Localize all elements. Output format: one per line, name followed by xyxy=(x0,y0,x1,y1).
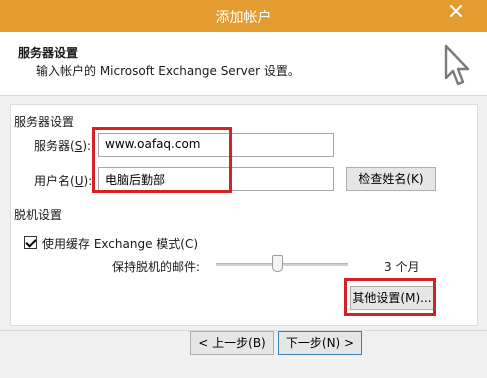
server-label: 服务器(S): xyxy=(34,139,92,153)
title-bar[interactable]: 添加帐户 xyxy=(0,0,487,32)
check-name-button[interactable]: 检查姓名(K) xyxy=(346,167,436,191)
offline-slider-thumb[interactable] xyxy=(272,255,283,272)
back-button[interactable]: < 上一步(B) xyxy=(190,331,274,355)
header-title: 服务器设置 xyxy=(18,46,79,60)
keep-offline-label: 保持脱机的邮件: xyxy=(112,260,201,274)
offline-settings-label: 脱机设置 xyxy=(14,208,63,222)
keep-offline-value: 3 个月 xyxy=(384,260,420,274)
window-title: 添加帐户 xyxy=(215,10,272,26)
add-account-dialog: 添加帐户 服务器设置 输入帐户的 Microsoft Exchange Serv… xyxy=(0,0,487,378)
cursor-arrow-icon xyxy=(444,44,470,86)
highlight-box xyxy=(344,278,436,316)
close-icon[interactable] xyxy=(433,0,479,22)
header-subtitle: 输入帐户的 Microsoft Exchange Server 设置。 xyxy=(36,64,300,78)
next-button[interactable]: 下一步(N) > xyxy=(278,331,362,355)
cached-mode-label: 使用缓存 Exchange 模式(C) xyxy=(42,237,199,251)
cached-mode-checkbox[interactable] xyxy=(24,236,37,249)
dialog-header: 服务器设置 输入帐户的 Microsoft Exchange Server 设置… xyxy=(0,32,487,96)
username-label: 用户名(U): xyxy=(34,174,93,188)
server-settings-label: 服务器设置 xyxy=(14,115,75,129)
highlight-box xyxy=(92,127,232,193)
